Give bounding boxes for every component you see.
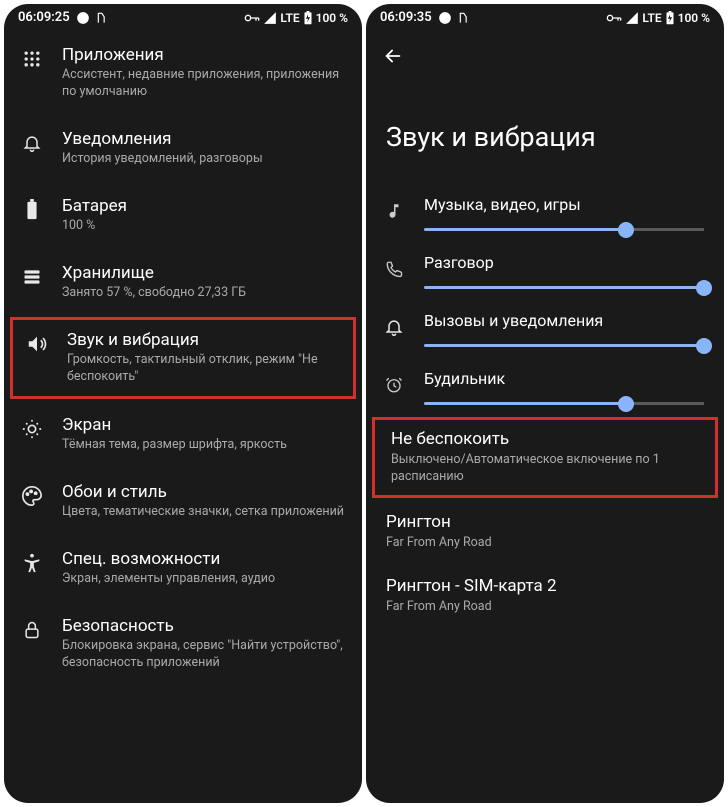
settings-item-accessibility[interactable]: Спец. возможности Экран, элементы управле…: [4, 535, 362, 602]
network-type: LTE: [280, 11, 299, 25]
setting-subtitle: 100 %: [62, 218, 344, 235]
settings-screen-left: 06:09:25 LTE 100 % ПриложенияАссистент, …: [4, 4, 362, 803]
settings-list[interactable]: ПриложенияАссистент, недавние приложения…: [4, 31, 362, 803]
setting-subtitle: Тёмная тема, размер шрифта, яркость: [62, 437, 344, 454]
slider-thumb[interactable]: [618, 396, 634, 412]
volume-slider-music: Музыка, видео, игры: [366, 183, 724, 241]
setting-subtitle: История уведомлений, разговоры: [62, 151, 344, 168]
lock-icon: [20, 618, 44, 642]
slider-track[interactable]: [424, 402, 704, 405]
settings-item-bell[interactable]: Уведомления История уведомлений, разговор…: [4, 115, 362, 182]
sound-icon: [25, 332, 49, 356]
settings-item-palette[interactable]: Обои и стиль Цвета, тематические значки, …: [4, 468, 362, 535]
slider-label: Будильник: [424, 369, 704, 388]
setting-title: Спец. возможности: [62, 549, 344, 569]
settings-item-lock[interactable]: БезопасностьБлокировка экрана, сервис "Н…: [4, 602, 362, 686]
ringtone-title: Рингтон: [386, 512, 704, 532]
battery-icon: [20, 198, 44, 222]
sound-settings-list[interactable]: Музыка, видео, игры Разговор Вызовы и увед…: [366, 183, 724, 803]
storage-icon: [20, 265, 44, 289]
battery-charging-icon: [665, 11, 675, 25]
volume-slider-bell: Вызовы и уведомления: [366, 299, 724, 357]
slider-thumb[interactable]: [696, 338, 712, 354]
slider-track[interactable]: [424, 286, 704, 289]
setting-subtitle: Блокировка экрана, сервис "Найти устройс…: [62, 638, 344, 672]
display-icon: [20, 417, 44, 441]
setting-subtitle: Занято 57 %, свободно 27,33 ГБ: [62, 285, 344, 302]
battery-charging-icon: [303, 11, 313, 25]
status-app-icon-2: [458, 11, 472, 25]
status-bar: 06:09:35 LTE 100 %: [366, 4, 724, 31]
phone-icon: [382, 257, 406, 281]
setting-subtitle: Цвета, тематические значки, сетка прилож…: [62, 504, 344, 521]
ringtone-title: Рингтон - SIM-карта 2: [386, 576, 704, 596]
battery-percent: 100 %: [316, 11, 348, 25]
slider-track[interactable]: [424, 228, 704, 231]
ringtone-subtitle: Far From Any Road: [386, 599, 704, 616]
setting-title: Обои и стиль: [62, 482, 344, 502]
bell-icon: [20, 131, 44, 155]
setting-subtitle: Экран, элементы управления, аудио: [62, 571, 344, 588]
ringtone-item-2[interactable]: Рингтон - SIM-карта 2 Far From Any Road: [366, 564, 724, 628]
ringtone-subtitle: Far From Any Road: [386, 535, 704, 552]
slider-label: Вызовы и уведомления: [424, 311, 704, 330]
slider-label: Музыка, видео, игры: [424, 195, 704, 214]
status-bar: 06:09:25 LTE 100 %: [4, 4, 362, 31]
setting-title: Экран: [62, 415, 344, 435]
status-time: 06:09:25: [18, 10, 70, 25]
battery-percent: 100 %: [678, 11, 710, 25]
signal-icon: [263, 11, 277, 25]
slider-thumb[interactable]: [618, 222, 634, 238]
page-title: Звук и вибрация: [366, 81, 724, 183]
settings-item-apps[interactable]: ПриложенияАссистент, недавние приложения…: [4, 31, 362, 115]
apps-icon: [20, 47, 44, 71]
settings-item-sound[interactable]: Звук и вибрацияГромкость, тактильный отк…: [10, 317, 356, 399]
setting-title: Звук и вибрация: [67, 330, 339, 350]
vpn-icon: [606, 13, 622, 23]
settings-item-display[interactable]: Экран Тёмная тема, размер шрифта, яркость: [4, 401, 362, 468]
status-app-icon-2: [96, 11, 110, 25]
setting-title: Приложения: [62, 45, 344, 65]
palette-icon: [20, 484, 44, 508]
do-not-disturb-item[interactable]: Не беспокоить Выключено/Автоматическое вк…: [372, 417, 718, 498]
setting-title: Хранилище: [62, 263, 344, 283]
bell-icon: [382, 315, 406, 339]
settings-item-storage[interactable]: Хранилище Занято 57 %, свободно 27,33 ГБ: [4, 249, 362, 316]
accessibility-icon: [20, 551, 44, 575]
slider-thumb[interactable]: [696, 280, 712, 296]
slider-track[interactable]: [424, 344, 704, 347]
alarm-icon: [382, 373, 406, 397]
vpn-icon: [244, 13, 260, 23]
sound-settings-screen: 06:09:35 LTE 100 % Звук и ви: [366, 4, 724, 803]
setting-title: Безопасность: [62, 616, 344, 636]
back-arrow-icon[interactable]: [382, 45, 708, 67]
ringtone-item-1[interactable]: Рингтон Far From Any Road: [366, 500, 724, 564]
music-icon: [382, 199, 406, 223]
status-app-icon-1: [438, 11, 452, 25]
setting-subtitle: Громкость, тактильный отклик, режим "Не …: [67, 352, 339, 386]
setting-subtitle: Ассистент, недавние приложения, приложен…: [62, 67, 344, 101]
volume-slider-alarm: Будильник: [366, 357, 724, 415]
network-type: LTE: [642, 11, 661, 25]
slider-label: Разговор: [424, 253, 704, 272]
dnd-title: Не беспокоить: [391, 429, 699, 449]
status-app-icon-1: [76, 11, 90, 25]
dnd-subtitle: Выключено/Автоматическое включение по 1 …: [391, 452, 699, 486]
setting-title: Батарея: [62, 196, 344, 216]
settings-item-battery[interactable]: Батарея 100 %: [4, 182, 362, 249]
status-time: 06:09:35: [380, 10, 432, 25]
volume-slider-phone: Разговор: [366, 241, 724, 299]
signal-icon: [625, 11, 639, 25]
setting-title: Уведомления: [62, 129, 344, 149]
